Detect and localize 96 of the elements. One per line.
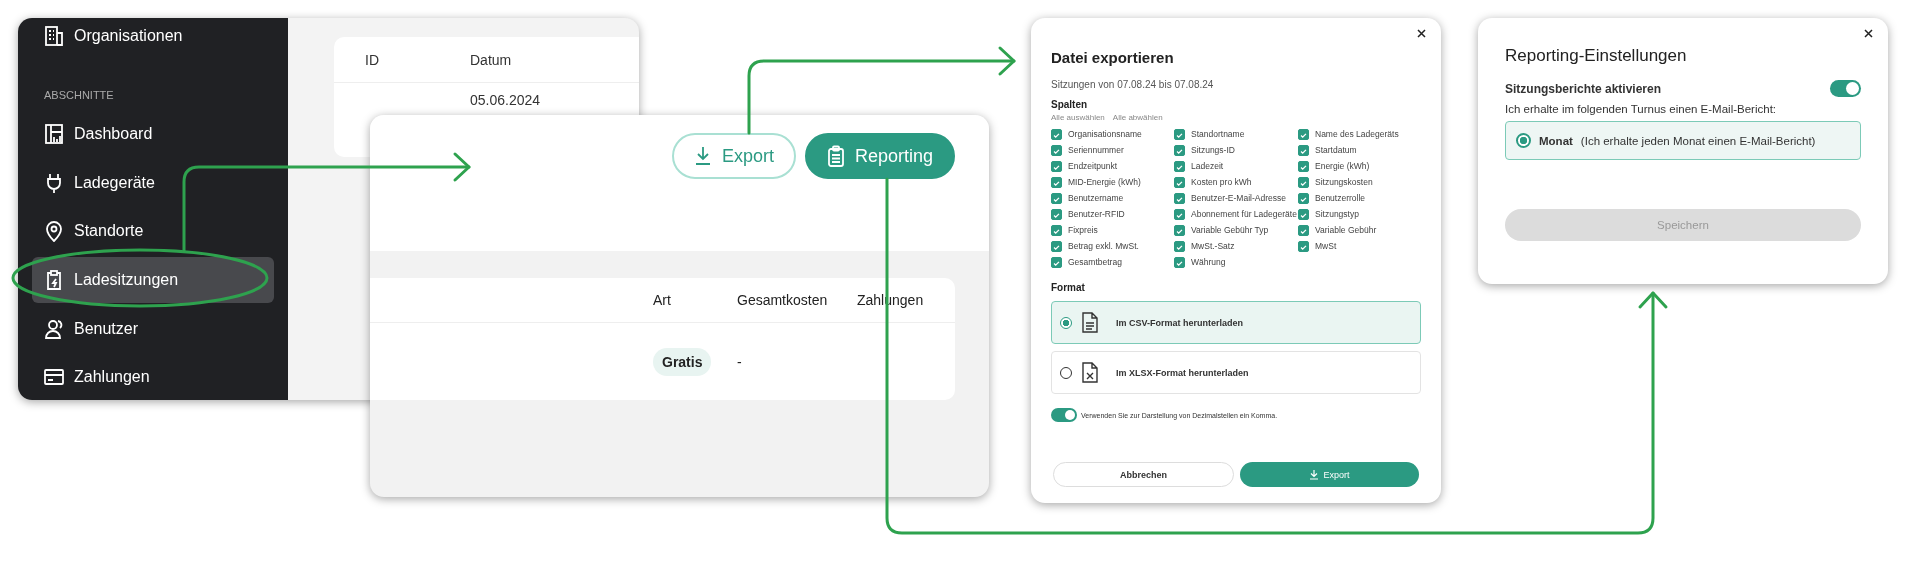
column-option-label: Sitzungs-ID [1191,145,1235,155]
checkbox[interactable] [1298,176,1309,188]
map-pin-icon [44,220,64,243]
checkbox[interactable] [1174,240,1185,252]
column-option-label: Organisationsname [1068,129,1142,139]
column-header: Datum [470,51,512,68]
table-cell-text: - [737,354,743,370]
checkbox[interactable] [1051,240,1062,252]
section-label: ABSCHNITTE [44,88,115,103]
column-option-label: Standortname [1191,129,1245,139]
checkbox[interactable] [1298,192,1309,204]
prompt-text: Ich erhalte im folgenden Turnus einen E-Mail-Bericht: [1505,103,1778,115]
deselect-all-link[interactable]: Alle abwählen [1112,113,1163,122]
column-option-label: Variable Gebühr [1315,225,1377,235]
sidebar-item[interactable]: Benutzer [32,305,274,352]
checkbox[interactable] [1174,128,1185,140]
checkbox[interactable] [1298,128,1309,140]
checkbox[interactable] [1174,208,1185,220]
section-heading: Spalten [1051,99,1089,110]
setting-label: Sitzungsberichte aktivieren [1505,81,1662,96]
format-option[interactable]: Im XLSX-Format herunterladen [1051,351,1421,394]
radio-button[interactable] [1060,316,1072,329]
dashboard-icon [44,123,64,146]
column-option-label: Variable Gebühr Typ [1191,225,1269,235]
column-option-label: Startdatum [1315,145,1357,155]
radio-button[interactable] [1060,366,1072,379]
checkbox[interactable] [1298,144,1309,156]
download-icon [693,146,712,166]
sidebar-item[interactable]: Ladesitzungen [32,257,274,303]
sidebar-item[interactable]: Standorte [32,208,274,255]
format-option[interactable]: Im CSV-Format herunterladen [1051,301,1421,344]
column-option-label: Endzeitpunkt [1068,161,1118,171]
column-header: ID [364,51,380,68]
checkbox[interactable] [1298,224,1309,236]
checkbox[interactable] [1174,144,1185,156]
checkbox[interactable] [1298,160,1309,172]
sidebar-item[interactable]: Organisationen [32,18,274,54]
column-option-label: Währung [1191,257,1226,267]
building-icon [44,24,64,47]
type-badge: Gratis [653,348,712,376]
sidebar-item[interactable]: Zahlungen [32,354,274,400]
checkbox[interactable] [1051,224,1062,236]
column-header: Gesamtkosten [737,292,829,308]
column-option-label: Energie (kWh) [1315,161,1370,171]
cancel-button[interactable]: Abbrechen [1053,462,1234,487]
column-option-label: Benutzer-E-Mail-Adresse [1191,193,1286,203]
clipboard-icon [826,145,845,167]
section-heading: Format [1051,282,1086,293]
column-option-label: Benutzername [1068,193,1124,203]
column-option-label: MwSt.-Satz [1191,241,1235,251]
sidebar-item[interactable]: Ladegeräte [32,160,274,206]
column-option-label: Seriennummer [1068,145,1124,155]
checkbox[interactable] [1051,176,1062,188]
checkbox[interactable] [1298,208,1309,220]
checkbox[interactable] [1051,144,1062,156]
toggle-switch[interactable] [1051,408,1077,422]
document-icon [1082,312,1098,333]
sidebar-item[interactable]: Dashboard [32,111,274,158]
column-option-label: Benutzerrolle [1315,193,1366,203]
checkbox[interactable] [1174,256,1185,268]
user-icon [44,317,64,340]
checkbox[interactable] [1174,176,1185,188]
column-option-label: Sitzungskosten [1315,177,1373,187]
spreadsheet-file-icon [1082,362,1098,383]
column-option-label: Benutzer-RFID [1068,209,1125,219]
checkbox[interactable] [1174,224,1185,236]
checkbox[interactable] [1051,208,1062,220]
column-option-label: Kosten pro kWh [1191,177,1252,187]
checkbox[interactable] [1051,256,1062,268]
column-option-label: MwSt [1315,241,1337,251]
column-option-label: Gesamtbetrag [1068,257,1122,267]
column-option-label: Abonnement für Ladegeräte [1191,209,1297,219]
frequency-option[interactable]: Monat (Ich erhalte jeden Monat einen E-Mail-Bericht) [1505,121,1861,160]
column-option-label: MID-Energie (kWh) [1068,177,1141,187]
radio-button[interactable] [1516,133,1531,148]
toggle-switch[interactable] [1830,80,1861,97]
column-option-label: Sitzungstyp [1315,209,1359,219]
select-all-link[interactable]: Alle auswählen [1051,113,1105,122]
column-option-label: Betrag exkl. MwSt. [1068,241,1139,251]
column-header: Art [653,292,672,308]
table-cell: 05.06.2024 [470,92,541,108]
dialog-title: Datei exportieren [1051,49,1175,66]
checkbox[interactable] [1051,192,1062,204]
plug-icon [44,171,64,194]
column-option-label: Name des Ladegeräts [1315,129,1399,139]
date-range-text: Sitzungen von 07.08.24 bis 07.08.24 [1051,79,1215,90]
clipboard-bolt-icon [44,269,64,292]
checkbox[interactable] [1174,192,1185,204]
download-icon [1309,469,1320,480]
checkbox[interactable] [1051,128,1062,140]
checkbox[interactable] [1174,160,1185,172]
checkbox[interactable] [1051,160,1062,172]
checkbox[interactable] [1298,240,1309,252]
dialog-title: Reporting-Einstellungen [1505,46,1688,66]
column-option-label: Ladezeit [1191,161,1224,171]
column-option-label: Fixpreis [1068,225,1098,235]
